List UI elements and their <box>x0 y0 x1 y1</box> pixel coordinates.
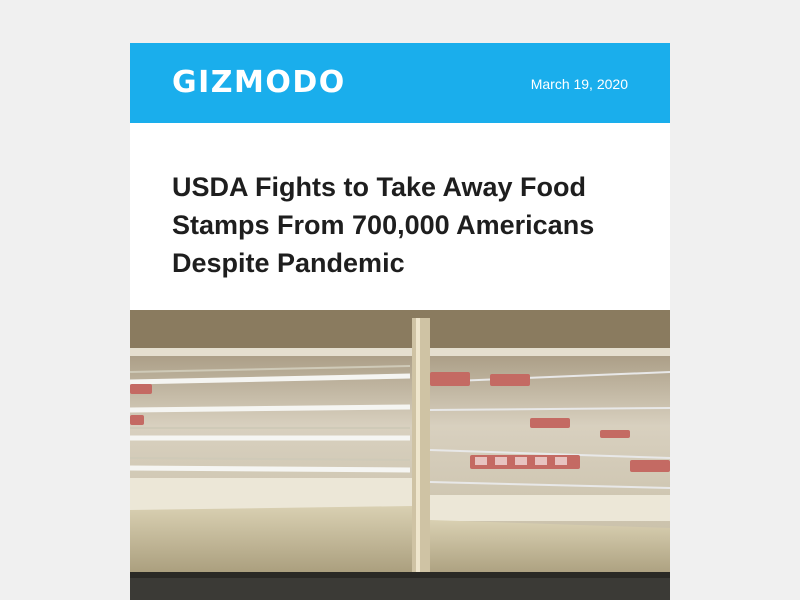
empty-shelves-photo <box>130 310 670 600</box>
publish-date: March 19, 2020 <box>530 76 628 92</box>
gizmodo-logo[interactable]: GIZMODO <box>172 65 346 101</box>
masthead-banner: GIZMODO March 19, 2020 <box>130 43 670 123</box>
hero-image[interactable] <box>130 310 670 600</box>
article-headline[interactable]: USDA Fights to Take Away Food Stamps Fro… <box>172 168 632 282</box>
email-card: GIZMODO March 19, 2020 USDA Fights to Ta… <box>130 43 670 600</box>
